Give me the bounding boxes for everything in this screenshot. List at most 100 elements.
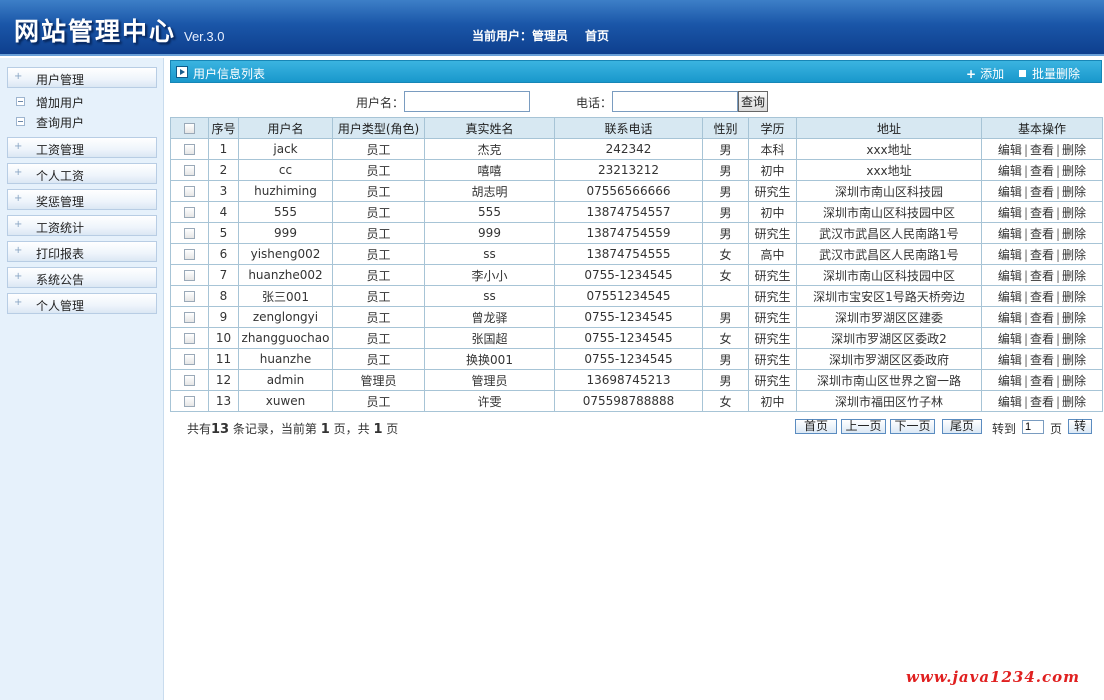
view-link[interactable]: 查看 [1030,227,1054,241]
home-link[interactable]: 首页 [585,27,609,44]
delete-link[interactable]: 删除 [1062,374,1086,388]
table-row: 10 zhangguochao 员工 张国超 0755-1234545 女研究生 深圳市罗湖… [170,327,1103,349]
user-type-cell: 员工 [332,285,425,307]
delete-link[interactable]: 删除 [1062,353,1086,367]
education-cell: 研究生 [748,285,797,307]
row-checkbox[interactable] [184,228,195,239]
address-cell: 深圳市罗湖区区委政府 [796,348,982,370]
delete-link[interactable]: 删除 [1062,185,1086,199]
real-name-cell: 杰克 [424,138,555,160]
row-checkbox[interactable] [184,333,195,344]
search-form: 用户名： 电话： 查询 [170,89,1102,115]
delete-link[interactable]: 删除 [1062,290,1086,304]
username-input[interactable] [404,91,530,112]
last-page-button[interactable]: 尾页 [942,419,982,434]
phone-cell: 13874754557 [554,201,703,223]
real-name-cell: 许雯 [424,390,555,412]
edit-link[interactable]: 编辑 [998,206,1022,220]
search-button[interactable]: 查询 [738,91,768,112]
sidebar-group-personal-salary[interactable]: + 个人工资 [7,163,157,184]
go-button[interactable]: 转 [1068,419,1092,434]
separator: | [1056,247,1061,262]
view-link[interactable]: 查看 [1030,143,1054,157]
row-checkbox[interactable] [184,165,195,176]
table-row: 4 555 员工 555 13874754557 男初中 深圳市南山区科技园中区 编辑 | 查看 |… [170,201,1103,223]
delete-link[interactable]: 删除 [1062,332,1086,346]
row-checkbox[interactable] [184,144,195,155]
view-link[interactable]: 查看 [1030,164,1054,178]
select-all-checkbox[interactable] [184,123,195,134]
edit-link[interactable]: 编辑 [998,269,1022,283]
goto-label: 转到 [992,422,1017,436]
row-checkbox[interactable] [184,207,195,218]
sidebar-group-reward-punishment[interactable]: + 奖惩管理 [7,189,157,210]
sidebar-group-salary-management[interactable]: + 工资管理 [7,137,157,158]
delete-link[interactable]: 删除 [1062,227,1086,241]
site-logo: 网站管理中心 [14,17,177,46]
gender-cell: 男 [702,348,749,370]
separator: | [1056,331,1061,346]
sidebar-group-system-notice[interactable]: + 系统公告 [7,267,157,288]
edit-link[interactable]: 编辑 [998,332,1022,346]
next-page-button[interactable]: 下一页 [890,419,935,434]
edit-link[interactable]: 编辑 [998,395,1022,409]
edit-link[interactable]: 编辑 [998,248,1022,262]
sidebar-group-personal-management[interactable]: + 个人管理 [7,293,157,314]
gender-cell: 男 [702,138,749,160]
separator: | [1056,373,1061,388]
batch-delete-button[interactable]: 批量删除 [1019,65,1080,82]
delete-link[interactable]: 删除 [1062,395,1086,409]
edit-link[interactable]: 编辑 [998,143,1022,157]
separator: | [1023,352,1028,367]
row-checkbox[interactable] [184,375,195,386]
delete-link[interactable]: 删除 [1062,269,1086,283]
row-actions: 编辑 | 查看 | 删除 [981,348,1103,370]
row-index: 12 [208,369,239,391]
edit-link[interactable]: 编辑 [998,227,1022,241]
phone-input[interactable] [612,91,738,112]
row-checkbox[interactable] [184,291,195,302]
row-checkbox[interactable] [184,312,195,323]
view-link[interactable]: 查看 [1030,395,1054,409]
row-checkbox[interactable] [184,270,195,281]
prev-page-button[interactable]: 上一页 [841,419,886,434]
delete-link[interactable]: 删除 [1062,143,1086,157]
view-link[interactable]: 查看 [1030,311,1054,325]
view-link[interactable]: 查看 [1030,290,1054,304]
edit-link[interactable]: 编辑 [998,164,1022,178]
row-select-cell [170,306,209,328]
row-checkbox[interactable] [184,249,195,260]
goto-page-input[interactable] [1022,420,1044,434]
edit-link[interactable]: 编辑 [998,185,1022,199]
row-checkbox[interactable] [184,186,195,197]
sidebar-group-user-management[interactable]: + 用户管理 [7,67,157,88]
separator: | [1056,394,1061,409]
edit-link[interactable]: 编辑 [998,311,1022,325]
view-link[interactable]: 查看 [1030,269,1054,283]
delete-link[interactable]: 删除 [1062,248,1086,262]
first-page-button[interactable]: 首页 [795,419,837,434]
delete-link[interactable]: 删除 [1062,206,1086,220]
view-link[interactable]: 查看 [1030,206,1054,220]
user-type-cell: 员工 [332,222,425,244]
view-link[interactable]: 查看 [1030,353,1054,367]
sidebar-group-salary-statistics[interactable]: + 工资统计 [7,215,157,236]
pager-text: 页，共 [329,422,374,436]
delete-link[interactable]: 删除 [1062,311,1086,325]
row-select-cell [170,390,209,412]
view-link[interactable]: 查看 [1030,248,1054,262]
user-type-cell: 员工 [332,138,425,160]
sidebar-group-print-report[interactable]: + 打印报表 [7,241,157,262]
row-checkbox[interactable] [184,396,195,407]
delete-link[interactable]: 删除 [1062,164,1086,178]
view-link[interactable]: 查看 [1030,374,1054,388]
edit-link[interactable]: 编辑 [998,374,1022,388]
view-link[interactable]: 查看 [1030,185,1054,199]
view-link[interactable]: 查看 [1030,332,1054,346]
edit-link[interactable]: 编辑 [998,290,1022,304]
row-checkbox[interactable] [184,354,195,365]
edit-link[interactable]: 编辑 [998,353,1022,367]
address-cell: 武汉市武昌区人民南路1号 [796,222,982,244]
user-type-cell: 员工 [332,348,425,370]
add-button[interactable]: + 添加 [966,65,1004,82]
